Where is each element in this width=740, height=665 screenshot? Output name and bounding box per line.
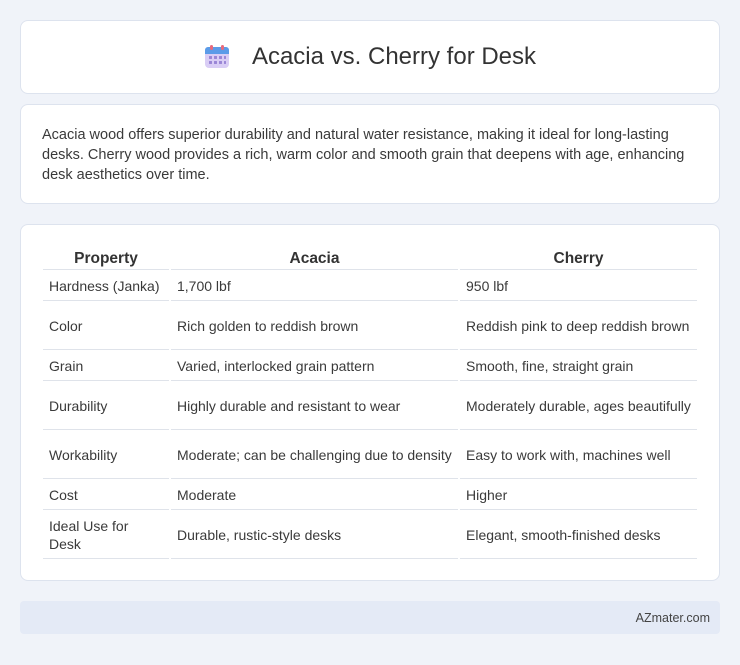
row-cherry: Higher: [460, 481, 697, 510]
comparison-table-card: Property Acacia Cherry Hardness (Janka) …: [20, 224, 720, 581]
header-property: Property: [43, 247, 169, 270]
row-property: Cost: [43, 481, 169, 510]
header-acacia: Acacia: [171, 247, 458, 270]
row-acacia: Varied, interlocked grain pattern: [171, 352, 458, 381]
table-row: Hardness (Janka) 1,700 lbf 950 lbf: [43, 272, 697, 301]
row-property: Hardness (Janka): [43, 272, 169, 301]
row-property: Workability: [43, 432, 169, 479]
row-acacia: Rich golden to reddish brown: [171, 303, 458, 350]
footer-brand: AZmater.com: [635, 610, 710, 625]
table-row: Durability Highly durable and resistant …: [43, 383, 697, 430]
row-cherry: Easy to work with, machines well: [460, 432, 697, 479]
page-title: Acacia vs. Cherry for Desk: [251, 43, 537, 70]
row-acacia: Highly durable and resistant to wear: [171, 383, 458, 430]
title-card: Acacia vs. Cherry for Desk: [20, 20, 720, 94]
row-property: Grain: [43, 352, 169, 381]
row-cherry: Smooth, fine, straight grain: [460, 352, 697, 381]
row-acacia: Moderate; can be challenging due to dens…: [171, 432, 458, 479]
row-cherry: Reddish pink to deep reddish brown: [460, 303, 697, 350]
table-row: Grain Varied, interlocked grain pattern …: [43, 352, 697, 381]
row-property: Ideal Use for Desk: [43, 512, 169, 559]
table-row: Ideal Use for Desk Durable, rustic-style…: [43, 512, 697, 559]
comparison-table: Property Acacia Cherry Hardness (Janka) …: [41, 245, 699, 561]
row-acacia: 1,700 lbf: [171, 272, 458, 301]
calendar-icon: [204, 45, 229, 68]
summary-text: Acacia wood offers superior durability a…: [42, 127, 685, 183]
row-cherry: Elegant, smooth-finished desks: [460, 512, 697, 559]
row-property: Color: [43, 303, 169, 350]
row-acacia: Moderate: [171, 481, 458, 510]
table-row: Workability Moderate; can be challenging…: [43, 432, 697, 479]
row-cherry: 950 lbf: [460, 272, 697, 301]
row-acacia: Durable, rustic-style desks: [171, 512, 458, 559]
row-cherry: Moderately durable, ages beautifully: [460, 383, 697, 430]
table-row: Color Rich golden to reddish brown Reddi…: [43, 303, 697, 350]
table-row: Cost Moderate Higher: [43, 481, 697, 510]
header-cherry: Cherry: [460, 247, 697, 270]
row-property: Durability: [43, 383, 169, 430]
table-header-row: Property Acacia Cherry: [43, 247, 697, 270]
summary-card: Acacia wood offers superior durability a…: [20, 104, 720, 204]
footer: AZmater.com: [20, 601, 720, 634]
